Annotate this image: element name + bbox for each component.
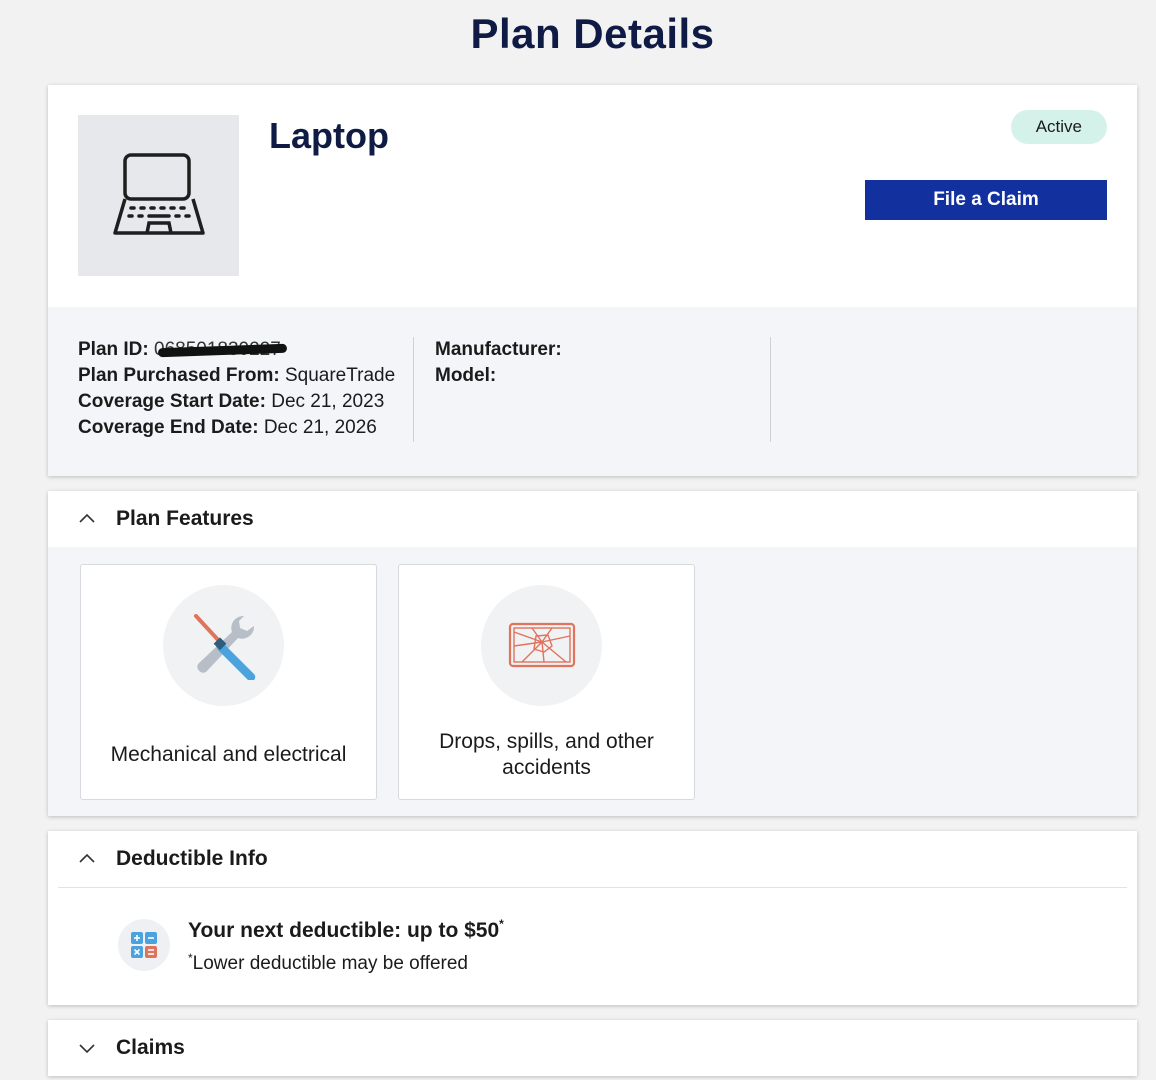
feature-tile: Mechanical and electrical bbox=[80, 564, 377, 800]
section-title: Deductible Info bbox=[116, 847, 268, 870]
section-title: Claims bbox=[116, 1036, 185, 1059]
next-deductible: Your next deductible: up to $50* bbox=[188, 917, 504, 943]
product-header: Laptop Active File a Claim bbox=[48, 85, 1137, 307]
laptop-icon bbox=[112, 152, 205, 235]
plan-info-column: Plan ID: 068501830227 Plan Purchased Fro… bbox=[78, 337, 415, 442]
plan-id-value: 068501830227 bbox=[154, 337, 281, 363]
purchased-from-value: SquareTrade bbox=[284, 365, 396, 386]
deductible-note-text: Lower deductible may be offered bbox=[192, 953, 468, 974]
plan-id-row: Plan ID: 068501830227 bbox=[78, 337, 415, 363]
product-thumbnail bbox=[78, 115, 239, 276]
column-divider bbox=[770, 337, 771, 442]
device-info-column: Manufacturer: Model: bbox=[435, 337, 772, 442]
feature-tile: Drops, spills, and other accidents bbox=[398, 564, 695, 800]
feature-icon-circle bbox=[481, 585, 602, 706]
model-label: Model: bbox=[435, 365, 497, 386]
calculator-icon-circle bbox=[118, 919, 170, 971]
calculator-icon bbox=[131, 932, 157, 958]
purchased-from-row: Plan Purchased From: SquareTrade bbox=[78, 363, 415, 389]
footnote-mark: * bbox=[499, 917, 504, 931]
claims-section: Claims bbox=[48, 1020, 1137, 1076]
plan-details-panel: Plan ID: 068501830227 Plan Purchased Fro… bbox=[48, 307, 1137, 476]
section-title: Plan Features bbox=[116, 507, 254, 530]
model-row: Model: bbox=[435, 363, 772, 389]
product-name: Laptop bbox=[269, 115, 389, 156]
divider bbox=[58, 887, 1127, 888]
coverage-end-label: Coverage End Date: bbox=[78, 417, 259, 438]
deductible-toggle[interactable]: Deductible Info bbox=[48, 831, 1137, 887]
claims-toggle[interactable]: Claims bbox=[48, 1020, 1137, 1076]
chevron-down-icon bbox=[79, 1044, 95, 1054]
next-deductible-text: Your next deductible: up to $50 bbox=[188, 919, 500, 942]
manufacturer-row: Manufacturer: bbox=[435, 337, 772, 363]
page-title: Plan Details bbox=[470, 10, 715, 57]
feature-label: Mechanical and electrical bbox=[110, 743, 347, 766]
plan-features-toggle[interactable]: Plan Features bbox=[48, 491, 1137, 547]
tools-icon bbox=[193, 613, 255, 680]
product-card: Laptop Active File a Claim Plan ID: 0685… bbox=[48, 85, 1137, 476]
coverage-end-value: Dec 21, 2026 bbox=[263, 417, 377, 438]
coverage-start-value: Dec 21, 2023 bbox=[271, 391, 385, 412]
file-claim-button[interactable]: File a Claim bbox=[865, 180, 1107, 220]
column-divider bbox=[413, 337, 414, 442]
coverage-start-label: Coverage Start Date: bbox=[78, 391, 266, 412]
plan-features-section: Plan Features Mechanical and electrical bbox=[48, 491, 1137, 816]
feature-label: Drops, spills, and other accidents bbox=[439, 730, 654, 779]
cracked-screen-icon bbox=[508, 622, 575, 667]
plan-id-label: Plan ID: bbox=[78, 339, 149, 360]
status-badge: Active bbox=[1010, 110, 1107, 144]
coverage-end-row: Coverage End Date: Dec 21, 2026 bbox=[78, 415, 415, 441]
deductible-section: Deductible Info Your next deductible: up… bbox=[48, 831, 1137, 1005]
manufacturer-label: Manufacturer: bbox=[435, 339, 562, 360]
deductible-footnote: *Lower deductible may be offered bbox=[188, 951, 468, 975]
footnote-mark: * bbox=[188, 951, 193, 965]
chevron-up-icon bbox=[79, 513, 95, 523]
purchased-from-label: Plan Purchased From: bbox=[78, 365, 280, 386]
coverage-start-row: Coverage Start Date: Dec 21, 2023 bbox=[78, 389, 415, 415]
feature-icon-circle bbox=[163, 585, 284, 706]
chevron-up-icon bbox=[79, 853, 95, 863]
